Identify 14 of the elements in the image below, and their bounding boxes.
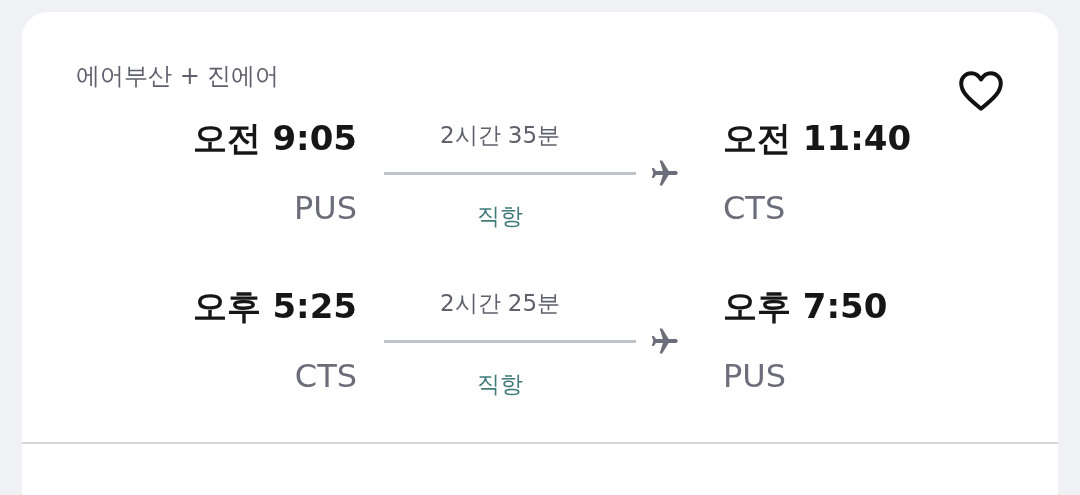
flight-card[interactable]: 에어부산 + 진에어 오전 9:05 PUS 2시간 35분 직항 오전 11:40 CTS 오후 5:25 CTS 2시간 25분 직항 오후 7:50 PUS	[22, 12, 1058, 495]
arrival-airport: CTS	[723, 188, 786, 229]
departure-time: 오후 5:25	[192, 285, 357, 328]
departure-time: 오전 9:05	[192, 117, 357, 160]
flight-duration: 2시간 25분	[439, 289, 561, 318]
departure-airport: PUS	[293, 188, 357, 229]
airline-names: 에어부산 + 진에어	[76, 61, 280, 92]
arrival-time: 오후 7:50	[723, 285, 888, 328]
departure-airport: CTS	[294, 356, 357, 397]
arrival-time: 오전 11:40	[723, 117, 912, 160]
stops-label: 직항	[477, 202, 523, 231]
arrival-airport: PUS	[723, 356, 787, 397]
flight-duration: 2시간 35분	[439, 121, 561, 150]
stops-label: 직항	[477, 370, 523, 399]
